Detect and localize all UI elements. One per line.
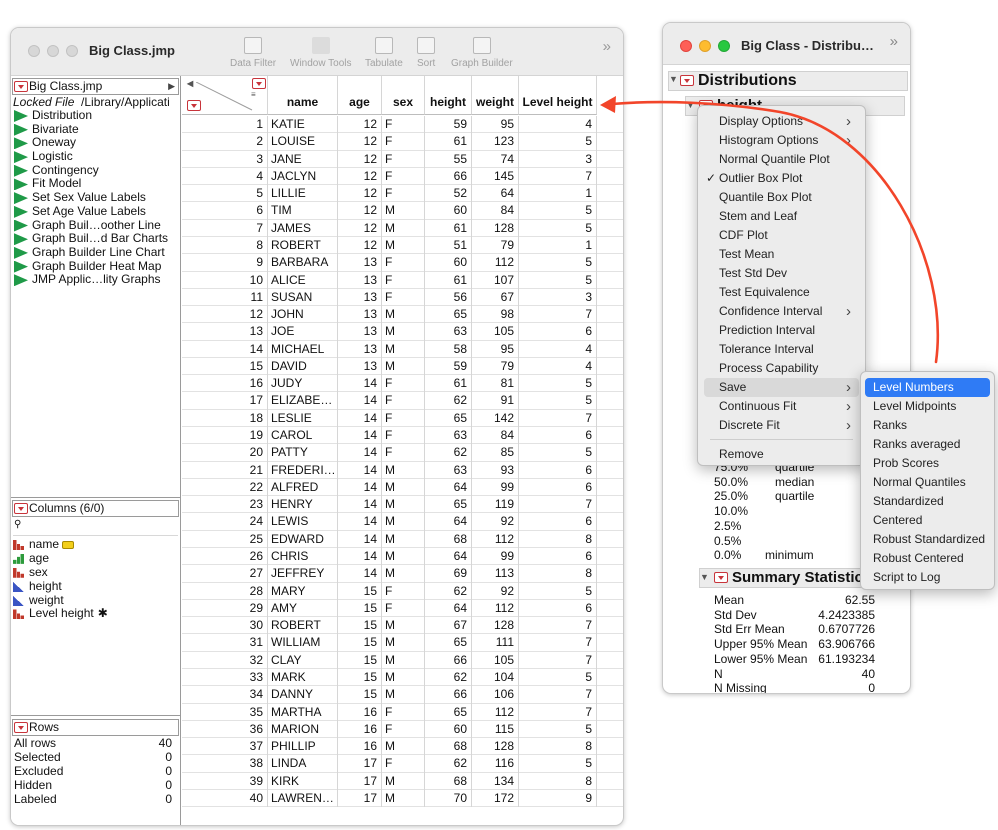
annotation-arrow [600, 96, 939, 364]
